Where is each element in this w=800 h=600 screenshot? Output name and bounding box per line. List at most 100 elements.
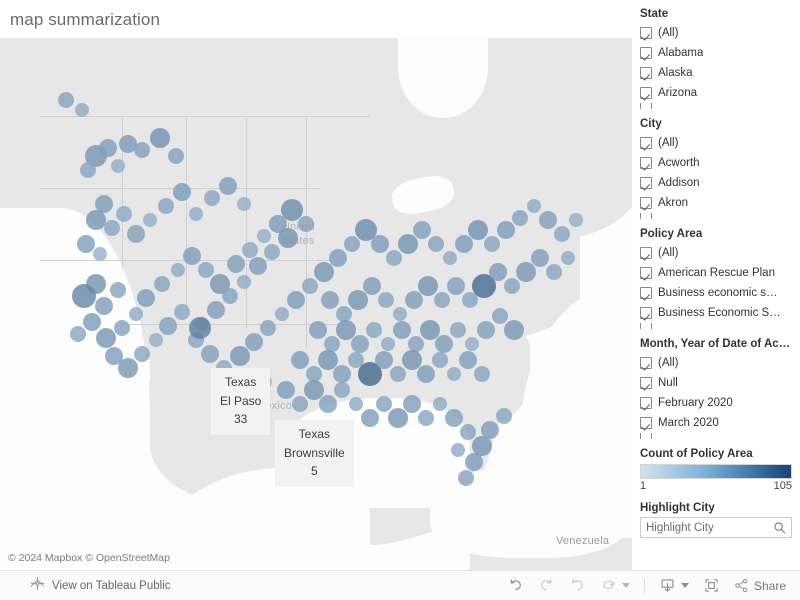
map-data-point[interactable] bbox=[58, 92, 74, 108]
map-data-point[interactable] bbox=[110, 282, 126, 298]
map-data-point[interactable] bbox=[183, 247, 201, 265]
map-data-point[interactable] bbox=[458, 470, 474, 486]
map-data-point[interactable] bbox=[204, 190, 220, 206]
checkbox-icon[interactable] bbox=[640, 397, 652, 409]
map-data-point[interactable] bbox=[504, 320, 524, 340]
map-data-point[interactable] bbox=[86, 210, 106, 230]
map-data-point[interactable] bbox=[77, 235, 95, 253]
map-data-point[interactable] bbox=[569, 213, 583, 227]
map-data-point[interactable] bbox=[227, 255, 245, 273]
map-data-point[interactable] bbox=[189, 317, 211, 339]
map-data-point[interactable] bbox=[287, 291, 305, 309]
map-data-point[interactable] bbox=[344, 236, 360, 252]
map-data-point[interactable] bbox=[484, 236, 500, 252]
map-data-point[interactable] bbox=[329, 249, 347, 267]
redo-icon[interactable] bbox=[538, 577, 555, 594]
checkbox-icon[interactable] bbox=[640, 157, 652, 169]
map-data-point[interactable] bbox=[237, 275, 251, 289]
map-data-point[interactable] bbox=[398, 234, 418, 254]
filter-option-partial[interactable] bbox=[640, 433, 796, 439]
map-data-point[interactable] bbox=[481, 421, 499, 439]
checkbox-icon[interactable] bbox=[640, 307, 652, 319]
map-data-point[interactable] bbox=[393, 321, 411, 339]
map-data-point[interactable] bbox=[381, 337, 395, 351]
map-data-point[interactable] bbox=[96, 328, 116, 348]
filter-option[interactable]: Acworth bbox=[640, 153, 796, 173]
map-data-point[interactable] bbox=[546, 264, 562, 280]
map-data-point[interactable] bbox=[445, 409, 463, 427]
map-data-point[interactable] bbox=[477, 321, 495, 339]
map-data-point[interactable] bbox=[237, 197, 251, 211]
map-data-point[interactable] bbox=[149, 333, 163, 347]
map-data-point[interactable] bbox=[314, 262, 334, 282]
map-visualization[interactable]: UnitedStates Mexico Venezuela TexasEl Pa… bbox=[0, 38, 632, 570]
filter-option[interactable]: March 2020 bbox=[640, 413, 796, 433]
map-data-point[interactable] bbox=[72, 284, 96, 308]
map-data-point[interactable] bbox=[468, 220, 488, 240]
download-icon[interactable] bbox=[659, 577, 676, 594]
map-data-point[interactable] bbox=[134, 346, 150, 362]
map-data-point[interactable] bbox=[278, 228, 298, 248]
map-data-point[interactable] bbox=[489, 263, 507, 281]
map-data-point[interactable] bbox=[428, 236, 444, 252]
map-data-point[interactable] bbox=[129, 307, 143, 321]
map-data-point[interactable] bbox=[277, 381, 295, 399]
map-data-point[interactable] bbox=[435, 335, 453, 353]
revert-icon[interactable] bbox=[569, 577, 586, 594]
map-data-point[interactable] bbox=[447, 367, 461, 381]
map-data-point[interactable] bbox=[418, 410, 434, 426]
fullscreen-icon[interactable] bbox=[703, 577, 720, 594]
map-data-point[interactable] bbox=[527, 199, 541, 213]
filter-option-partial[interactable] bbox=[640, 103, 796, 109]
checkbox-icon[interactable] bbox=[640, 267, 652, 279]
map-data-point[interactable] bbox=[465, 453, 483, 471]
map-data-point[interactable] bbox=[432, 352, 448, 368]
filter-option[interactable]: (All) bbox=[640, 23, 796, 43]
map-data-point[interactable] bbox=[465, 337, 479, 351]
filter-option[interactable]: Addison bbox=[640, 173, 796, 193]
checkbox-icon[interactable] bbox=[640, 323, 652, 329]
checkbox-icon[interactable] bbox=[640, 377, 652, 389]
highlight-city-input-wrapper[interactable] bbox=[640, 517, 792, 538]
map-data-point[interactable] bbox=[150, 128, 170, 148]
map-data-point[interactable] bbox=[405, 291, 423, 309]
map-data-point[interactable] bbox=[447, 277, 465, 295]
map-data-point[interactable] bbox=[497, 221, 515, 239]
map-data-point[interactable] bbox=[371, 235, 389, 253]
share-button[interactable]: Share bbox=[734, 578, 786, 593]
download-dropdown-caret-icon[interactable] bbox=[680, 583, 689, 588]
filter-option[interactable]: Alabama bbox=[640, 43, 796, 63]
map-data-point[interactable] bbox=[207, 301, 225, 319]
map-data-point[interactable] bbox=[388, 408, 408, 428]
map-data-point[interactable] bbox=[378, 292, 394, 308]
filter-option[interactable]: February 2020 bbox=[640, 393, 796, 413]
map-data-point[interactable] bbox=[418, 276, 438, 296]
map-data-point[interactable] bbox=[230, 346, 250, 366]
map-data-point[interactable] bbox=[459, 351, 477, 369]
filter-option[interactable]: (All) bbox=[640, 243, 796, 263]
map-data-point[interactable] bbox=[321, 291, 339, 309]
map-data-point[interactable] bbox=[492, 308, 508, 324]
map-data-point[interactable] bbox=[171, 263, 185, 277]
tableau-public-link[interactable]: View on Tableau Public bbox=[30, 576, 171, 596]
map-data-point[interactable] bbox=[386, 250, 402, 266]
checkbox-icon[interactable] bbox=[640, 247, 652, 259]
map-data-point[interactable] bbox=[554, 226, 570, 242]
map-data-point[interactable] bbox=[366, 322, 382, 338]
map-data-point[interactable] bbox=[413, 221, 431, 239]
map-data-point[interactable] bbox=[361, 409, 379, 427]
checkbox-icon[interactable] bbox=[640, 357, 652, 369]
map-data-point[interactable] bbox=[393, 307, 407, 321]
filter-option-partial[interactable] bbox=[640, 213, 796, 219]
map-data-point[interactable] bbox=[403, 395, 421, 413]
checkbox-icon[interactable] bbox=[640, 287, 652, 299]
refresh-icon[interactable] bbox=[600, 577, 617, 594]
checkbox-icon[interactable] bbox=[640, 197, 652, 209]
map-data-point[interactable] bbox=[134, 142, 150, 158]
filter-option[interactable]: (All) bbox=[640, 353, 796, 373]
map-data-point[interactable] bbox=[99, 139, 117, 157]
map-data-point[interactable] bbox=[333, 365, 351, 383]
map-data-point[interactable] bbox=[450, 322, 466, 338]
map-data-point[interactable] bbox=[257, 229, 271, 243]
checkbox-icon[interactable] bbox=[640, 87, 652, 99]
